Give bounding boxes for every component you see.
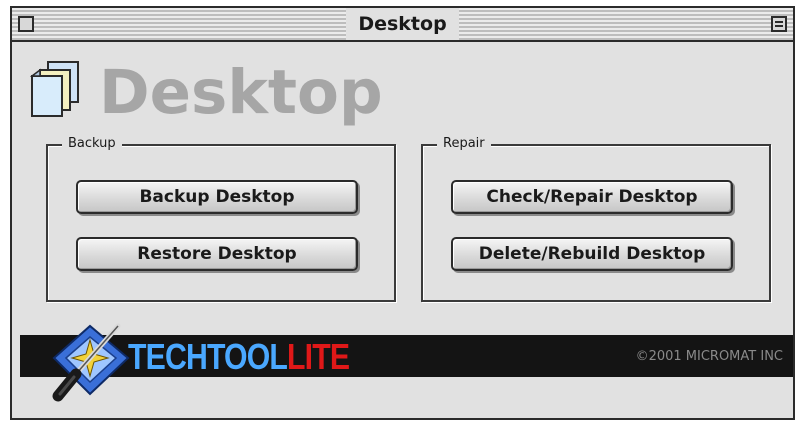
brand-wordmark: TECHTOOLLITE (128, 335, 350, 377)
main-window: Desktop Desktop Backup Backup Desktop Re… (10, 6, 795, 420)
repair-group-label: Repair (437, 135, 491, 153)
check-repair-desktop-button[interactable]: Check/Repair Desktop (451, 180, 733, 214)
brand-techtool-text: TECHTOOL (128, 336, 288, 377)
title-bar[interactable]: Desktop (12, 8, 793, 42)
brand-lite-text: LITE (287, 336, 350, 377)
restore-desktop-button[interactable]: Restore Desktop (76, 237, 358, 271)
copyright-text: ©2001 MICROMAT INC (635, 349, 783, 364)
window-title: Desktop (346, 8, 459, 40)
backup-desktop-button[interactable]: Backup Desktop (76, 180, 358, 214)
page-title: Desktop (99, 57, 383, 128)
repair-group: Repair Check/Repair Desktop Delete/Rebui… (421, 135, 771, 302)
backup-group-label: Backup (62, 135, 122, 153)
desktop-folders-icon (30, 61, 79, 117)
backup-group: Backup Backup Desktop Restore Desktop (46, 135, 396, 302)
collapse-box[interactable] (771, 16, 787, 32)
delete-rebuild-desktop-button[interactable]: Delete/Rebuild Desktop (451, 237, 733, 271)
techtool-screwdriver-logo-icon (52, 323, 130, 402)
